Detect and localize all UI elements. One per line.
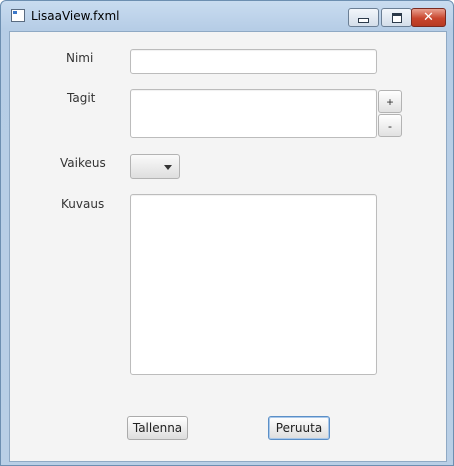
remove-tag-button[interactable]: - bbox=[378, 114, 402, 137]
close-icon: ✕ bbox=[423, 10, 434, 25]
window-title: LisaaView.fxml bbox=[31, 9, 120, 23]
title-bar[interactable]: LisaaView.fxml ✕ bbox=[1, 1, 453, 31]
vaikeus-combobox[interactable] bbox=[130, 154, 180, 179]
tagit-label: Tagit bbox=[67, 91, 96, 105]
maximize-button[interactable] bbox=[381, 8, 412, 27]
nimi-input[interactable] bbox=[130, 49, 377, 74]
app-window-icon[interactable] bbox=[11, 9, 25, 22]
add-tag-button[interactable]: + bbox=[378, 90, 402, 113]
cancel-button[interactable]: Peruuta bbox=[268, 416, 330, 440]
tagit-textarea[interactable] bbox=[130, 89, 377, 138]
maximize-icon bbox=[391, 12, 402, 23]
chevron-down-icon[interactable] bbox=[164, 165, 172, 170]
nimi-label: Nimi bbox=[66, 51, 94, 65]
minimize-icon bbox=[358, 18, 369, 23]
vaikeus-label: Vaikeus bbox=[60, 156, 106, 170]
kuvaus-textarea[interactable] bbox=[130, 194, 377, 375]
close-button[interactable]: ✕ bbox=[411, 8, 446, 27]
app-window: LisaaView.fxml ✕ Nimi Tagit + - Vaikeus … bbox=[0, 0, 454, 466]
minimize-button[interactable] bbox=[348, 8, 379, 27]
kuvaus-label: Kuvaus bbox=[61, 197, 105, 211]
save-button[interactable]: Tallenna bbox=[127, 416, 188, 440]
form-panel: Nimi Tagit + - Vaikeus Kuvaus Tallenna P… bbox=[9, 31, 447, 462]
